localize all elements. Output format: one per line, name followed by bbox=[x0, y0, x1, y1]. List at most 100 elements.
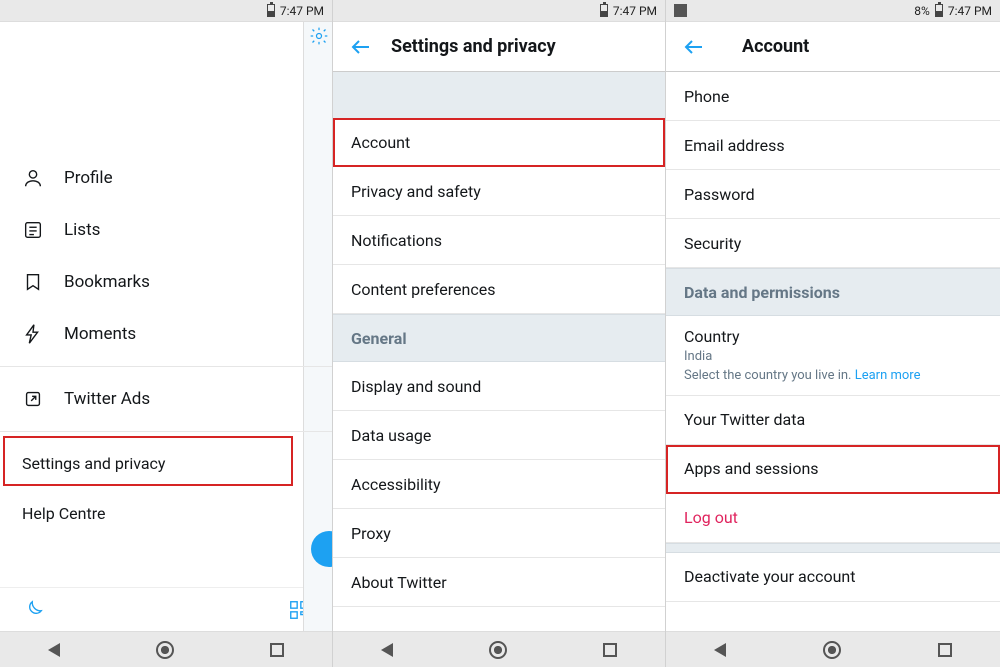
header: Account bbox=[666, 22, 1000, 72]
status-bar: 8% 7:47 PM bbox=[666, 0, 1000, 22]
battery-icon bbox=[935, 4, 943, 17]
nav-home-icon[interactable] bbox=[156, 641, 174, 659]
drawer-item-moments[interactable]: Moments bbox=[0, 308, 332, 360]
account-item-security[interactable]: Security bbox=[666, 219, 1000, 268]
header: Settings and privacy bbox=[333, 22, 665, 72]
settings-item-data-usage[interactable]: Data usage bbox=[333, 411, 665, 460]
moments-icon bbox=[22, 323, 44, 345]
section-header-data-permissions: Data and permissions bbox=[666, 268, 1000, 316]
picture-icon bbox=[674, 4, 687, 17]
drawer-label: Twitter Ads bbox=[64, 389, 150, 409]
settings-item-display-sound[interactable]: Display and sound bbox=[333, 362, 665, 411]
settings-item-about-twitter[interactable]: About Twitter bbox=[333, 558, 665, 607]
highlight-box bbox=[666, 445, 1000, 494]
section-label: Data and permissions bbox=[684, 283, 840, 302]
account-item-country[interactable]: Country India Select the country you liv… bbox=[666, 316, 1000, 396]
highlight-box bbox=[333, 118, 665, 167]
settings-item-accessibility[interactable]: Accessibility bbox=[333, 460, 665, 509]
section-header-general: General bbox=[333, 314, 665, 362]
row-label: Phone bbox=[684, 87, 729, 106]
settings-list: Account Privacy and safety Notifications… bbox=[333, 72, 665, 631]
account-item-your-twitter-data[interactable]: Your Twitter data bbox=[666, 396, 1000, 445]
status-time: 7:47 PM bbox=[948, 4, 992, 18]
nav-home-icon[interactable] bbox=[823, 641, 841, 659]
battery-percentage: 8% bbox=[914, 4, 930, 18]
row-label: Accessibility bbox=[351, 475, 441, 494]
row-label: Privacy and safety bbox=[351, 182, 481, 201]
drawer-bottom-bar bbox=[0, 587, 332, 631]
row-label: Security bbox=[684, 234, 741, 253]
settings-item-proxy[interactable]: Proxy bbox=[333, 509, 665, 558]
back-arrow-icon[interactable] bbox=[682, 35, 706, 59]
page-title: Settings and privacy bbox=[391, 36, 556, 57]
drawer-screen: 7:47 PM Profile Lists Bookmarks Moments … bbox=[0, 0, 333, 667]
status-time: 7:47 PM bbox=[613, 4, 657, 18]
row-label: Data usage bbox=[351, 426, 431, 445]
section-gap bbox=[333, 72, 665, 118]
drawer-item-profile[interactable]: Profile bbox=[0, 152, 332, 204]
row-label: Deactivate your account bbox=[684, 567, 855, 586]
account-item-log-out[interactable]: Log out bbox=[666, 494, 1000, 543]
nav-home-icon[interactable] bbox=[489, 641, 507, 659]
row-label: Country bbox=[684, 326, 740, 348]
android-nav-bar bbox=[333, 631, 665, 667]
drawer-item-bookmarks[interactable]: Bookmarks bbox=[0, 256, 332, 308]
nav-recent-icon[interactable] bbox=[603, 643, 617, 657]
nav-recent-icon[interactable] bbox=[938, 643, 952, 657]
row-label: Display and sound bbox=[351, 377, 481, 396]
section-gap bbox=[666, 543, 1000, 553]
row-label: Password bbox=[684, 185, 755, 204]
drawer-label: Moments bbox=[64, 324, 136, 344]
learn-more-link[interactable]: Learn more bbox=[855, 368, 921, 383]
nav-back-icon[interactable] bbox=[381, 643, 393, 657]
settings-item-content-preferences[interactable]: Content preferences bbox=[333, 265, 665, 314]
status-bar: 7:47 PM bbox=[0, 0, 332, 22]
status-time: 7:47 PM bbox=[280, 4, 324, 18]
status-bar: 7:47 PM bbox=[333, 0, 665, 22]
battery-icon bbox=[267, 4, 275, 17]
drawer-label: Profile bbox=[64, 168, 113, 188]
account-item-email[interactable]: Email address bbox=[666, 121, 1000, 170]
row-label: About Twitter bbox=[351, 573, 447, 592]
nav-recent-icon[interactable] bbox=[270, 643, 284, 657]
drawer-label: Help Centre bbox=[22, 504, 105, 523]
back-arrow-icon[interactable] bbox=[349, 35, 373, 59]
row-hint: Select the country you live in. Learn mo… bbox=[684, 367, 921, 385]
external-link-icon bbox=[22, 388, 44, 410]
row-label: Log out bbox=[684, 508, 738, 527]
android-nav-bar bbox=[666, 631, 1000, 667]
bookmark-icon bbox=[22, 271, 44, 293]
row-label: Content preferences bbox=[351, 280, 495, 299]
nav-back-icon[interactable] bbox=[714, 643, 726, 657]
lists-icon bbox=[22, 219, 44, 241]
profile-icon bbox=[22, 167, 44, 189]
account-item-phone[interactable]: Phone bbox=[666, 72, 1000, 121]
account-list: Phone Email address Password Security Da… bbox=[666, 72, 1000, 631]
settings-item-privacy-safety[interactable]: Privacy and safety bbox=[333, 167, 665, 216]
page-title: Account bbox=[742, 36, 809, 57]
android-nav-bar bbox=[0, 631, 332, 667]
highlight-box bbox=[3, 436, 293, 486]
drawer-item-lists[interactable]: Lists bbox=[0, 204, 332, 256]
row-label: Notifications bbox=[351, 231, 442, 250]
nav-back-icon[interactable] bbox=[48, 643, 60, 657]
drawer-label: Lists bbox=[64, 220, 100, 240]
account-item-deactivate[interactable]: Deactivate your account bbox=[666, 553, 1000, 602]
account-screen: 8% 7:47 PM Account Phone Email address P… bbox=[666, 0, 1000, 667]
drawer-item-twitter-ads[interactable]: Twitter Ads bbox=[0, 373, 332, 425]
row-value: India bbox=[684, 348, 712, 366]
account-item-password[interactable]: Password bbox=[666, 170, 1000, 219]
drawer-menu: Profile Lists Bookmarks Moments Twitter … bbox=[0, 22, 332, 587]
row-label: Your Twitter data bbox=[684, 410, 805, 429]
drawer-item-help-centre[interactable]: Help Centre bbox=[0, 488, 332, 538]
settings-item-notifications[interactable]: Notifications bbox=[333, 216, 665, 265]
row-label: Proxy bbox=[351, 524, 391, 543]
section-label: General bbox=[351, 329, 407, 348]
battery-icon bbox=[600, 4, 608, 17]
divider bbox=[0, 366, 332, 367]
night-mode-icon[interactable] bbox=[22, 599, 44, 621]
divider bbox=[0, 431, 332, 432]
row-label: Email address bbox=[684, 136, 785, 155]
drawer-label: Bookmarks bbox=[64, 272, 150, 292]
settings-screen: 7:47 PM Settings and privacy Account Pri… bbox=[333, 0, 666, 667]
